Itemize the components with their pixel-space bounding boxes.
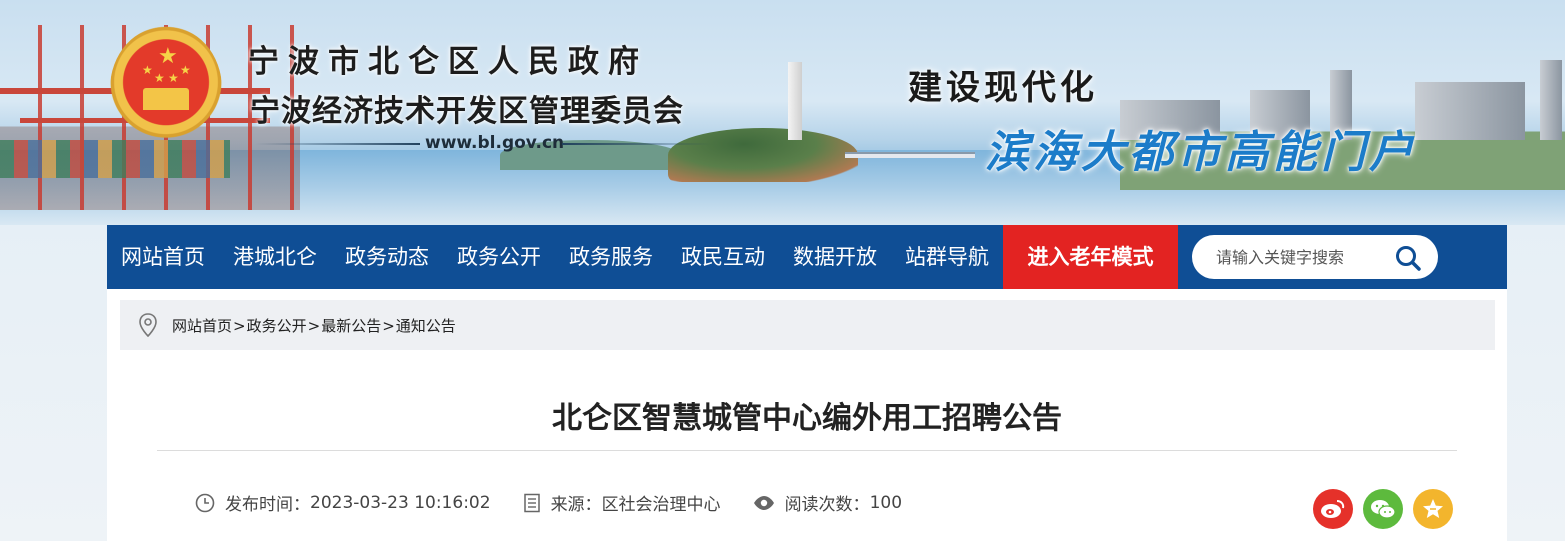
source-value: 区社会治理中心: [601, 495, 721, 515]
nav-item-gov-disclosure[interactable]: 政务公开: [443, 225, 555, 289]
article-meta: 发布时间： 2023-03-23 10:16:02 来源： 区社会治理中心 阅读次数…: [195, 490, 934, 515]
emblem-star: ★: [158, 44, 178, 69]
location-pin-icon: [139, 313, 157, 337]
clock-icon: [195, 493, 215, 512]
weibo-icon: [1321, 500, 1345, 518]
meta-source: 来源： 区社会治理中心: [523, 490, 721, 515]
gov-name: 宁波市北仑区人民政府: [248, 44, 648, 80]
elder-mode-button[interactable]: 进入老年模式: [1003, 225, 1178, 289]
banner-bridge: [845, 152, 975, 158]
breadcrumb-trail: 网站首页>政务公开>最新公告>通知公告: [172, 315, 456, 336]
slogan-secondary: 滨海大都市高能门户: [985, 127, 1417, 178]
url-decor-line: [255, 143, 420, 145]
nav-item-site-group[interactable]: 站群导航: [891, 225, 1003, 289]
wechat-icon: [1371, 500, 1396, 519]
emblem-star: ★: [154, 71, 165, 85]
meta-publish-time: 发布时间： 2023-03-23 10:16:02: [195, 490, 491, 515]
search-box: [1192, 235, 1438, 279]
nav-item-home[interactable]: 网站首页: [107, 225, 219, 289]
publish-label: 发布时间：: [225, 495, 310, 515]
nav-item-gov-service[interactable]: 政务服务: [555, 225, 667, 289]
search-icon[interactable]: [1394, 244, 1422, 272]
share-weibo-button[interactable]: [1313, 489, 1353, 529]
slogan-primary: 建设现代化: [908, 68, 1098, 108]
nav-item-open-data[interactable]: 数据开放: [779, 225, 891, 289]
meta-views: 阅读次数： 100: [753, 490, 902, 515]
document-icon: [523, 493, 540, 512]
publish-time: 2023-03-23 10:16:02: [310, 492, 491, 513]
banner-building: [1540, 60, 1562, 140]
site-url: www.bl.gov.cn: [425, 133, 565, 153]
search-input[interactable]: [1216, 247, 1386, 267]
emblem-star: ★: [168, 71, 179, 85]
nav-item-port-city[interactable]: 港城北仑: [219, 225, 331, 289]
national-emblem-logo: ★ ★ ★ ★ ★: [110, 26, 222, 151]
breadcrumb-separator: >: [233, 316, 246, 335]
emblem-star: ★: [142, 63, 153, 77]
share-wechat-button[interactable]: [1363, 489, 1403, 529]
views-label: 阅读次数：: [784, 495, 870, 515]
nav-item-gov-news[interactable]: 政务动态: [331, 225, 443, 289]
breadcrumb: 网站首页>政务公开>最新公告>通知公告: [120, 300, 1495, 350]
breadcrumb-separator: >: [382, 316, 395, 335]
share-favorite-button[interactable]: [1413, 489, 1453, 529]
breadcrumb-item-notice[interactable]: 通知公告: [396, 317, 456, 335]
breadcrumb-item-latest[interactable]: 最新公告: [321, 317, 381, 335]
banner-island: [668, 128, 858, 182]
breadcrumb-item-home[interactable]: 网站首页: [172, 317, 232, 335]
favorite-icon: [1423, 499, 1443, 518]
header-banner: ★ ★ ★ ★ ★ 宁波市北仑区人民政府 宁波经济技术开发区管理委员会 www.…: [0, 0, 1565, 225]
eye-icon: [753, 495, 774, 510]
emblem-star: ★: [180, 63, 191, 77]
banner-building: [1415, 82, 1525, 140]
source-label: 来源：: [550, 495, 602, 515]
breadcrumb-item-disclosure[interactable]: 政务公开: [247, 317, 307, 335]
views-count: 100: [869, 492, 903, 513]
breadcrumb-separator: >: [307, 316, 321, 335]
gov-name-secondary: 宁波经济技术开发区管理委员会: [250, 94, 684, 129]
main-nav: 网站首页 港城北仑 政务动态 政务公开 政务服务 政民互动 数据开放 站群导航 …: [107, 225, 1507, 289]
banner-lighthouse: [788, 62, 802, 140]
url-decor-line: [562, 143, 712, 145]
nav-item-interaction[interactable]: 政民互动: [667, 225, 779, 289]
share-bar: [1303, 489, 1453, 529]
content-panel: 网站首页>政务公开>最新公告>通知公告 北仑区智慧城管中心编外用工招聘公告 发布…: [107, 289, 1507, 541]
emblem-gate: [143, 88, 189, 110]
title-divider: [157, 450, 1457, 451]
article-title: 北仑区智慧城管中心编外用工招聘公告: [552, 401, 1062, 436]
banner-containers: [0, 140, 230, 178]
